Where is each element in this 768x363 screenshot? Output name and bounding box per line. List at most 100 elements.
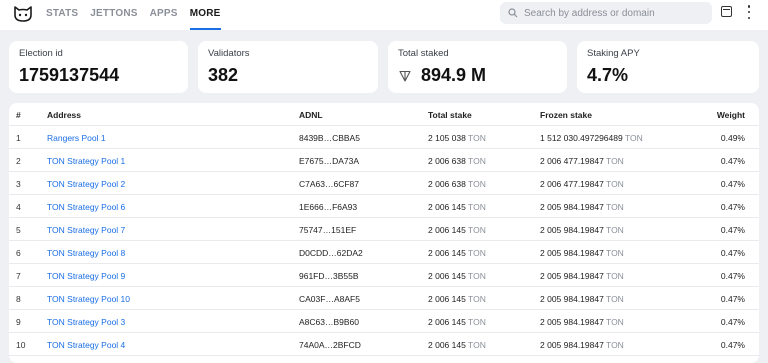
table-row: 3 TON Strategy Pool 2 C7A63…6CF87 2 006 638… bbox=[9, 172, 759, 195]
ton-unit: TON bbox=[624, 133, 643, 143]
validators-card: Validators 382 bbox=[198, 41, 378, 93]
election-id-value: 1759137544 bbox=[19, 65, 120, 85]
row-frozen-stake: 2 005 984.19847 TON bbox=[540, 264, 624, 287]
frozen-stake-value: 2 005 984.19847 bbox=[540, 248, 604, 258]
frozen-stake-value: 2 005 984.19847 bbox=[540, 294, 604, 304]
row-address-link[interactable]: TON Strategy Pool 2 bbox=[47, 172, 125, 195]
staking-apy-value: 4.7% bbox=[587, 65, 629, 85]
ton-unit: TON bbox=[468, 248, 486, 258]
header-weight[interactable]: Weight bbox=[717, 103, 745, 126]
cat-logo-icon[interactable] bbox=[13, 5, 33, 23]
ton-unit: TON bbox=[606, 202, 624, 212]
row-frozen-stake: 2 006 477.19847 TON bbox=[540, 172, 624, 195]
search-icon bbox=[508, 8, 518, 18]
row-frozen-stake: 2 005 984.19847 TON bbox=[540, 195, 624, 218]
ton-unit: TON bbox=[468, 156, 486, 166]
header-frozen-stake: Frozen stake bbox=[540, 110, 592, 120]
ton-unit: TON bbox=[468, 340, 486, 350]
total-stake-value: 2 006 638 bbox=[428, 156, 466, 166]
table-row: 6 TON Strategy Pool 8 D0CDD…62DA2 2 006 145… bbox=[9, 241, 759, 264]
row-index: 9 bbox=[16, 317, 21, 327]
row-index: 7 bbox=[16, 271, 21, 281]
row-address-link[interactable]: TON Strategy Pool 6 bbox=[47, 195, 125, 218]
row-index: 10 bbox=[16, 340, 26, 350]
total-stake-value: 2 006 145 bbox=[428, 317, 466, 327]
total-stake-value: 2 006 145 bbox=[428, 294, 466, 304]
total-stake-value: 2 105 038 bbox=[428, 133, 466, 143]
row-frozen-stake: 2 005 984.19847 TON bbox=[540, 241, 624, 264]
validators-value: 382 bbox=[208, 65, 239, 85]
frozen-stake-value: 2 005 984.19847 bbox=[540, 271, 604, 281]
total-stake-value: 2 006 145 bbox=[428, 271, 466, 281]
row-address-link[interactable]: TON Strategy Pool 4 bbox=[47, 333, 125, 356]
frozen-stake-value: 2 006 477.19847 bbox=[540, 179, 604, 189]
main-nav: STATS JETTONS APPS MORE bbox=[46, 0, 233, 30]
total-stake-value: 2 006 145 bbox=[428, 248, 466, 258]
header-index: # bbox=[16, 110, 21, 120]
row-weight: 0.47% bbox=[720, 202, 745, 212]
row-weight: 0.47% bbox=[720, 179, 745, 189]
nav-stats[interactable]: STATS bbox=[46, 0, 78, 30]
row-address-link[interactable]: TON Strategy Pool 3 bbox=[47, 310, 125, 333]
row-total-stake: 2 006 638 TON bbox=[428, 172, 486, 195]
frozen-stake-value: 2 005 984.19847 bbox=[540, 340, 604, 350]
ton-unit: TON bbox=[606, 271, 624, 281]
row-adnl: 75747…151EF bbox=[299, 225, 357, 235]
table-row: 5 TON Strategy Pool 7 75747…151EF 2 006 145… bbox=[9, 218, 759, 241]
row-index: 6 bbox=[16, 248, 21, 258]
total-staked-label: Total staked bbox=[398, 48, 449, 59]
total-staked-card: Total staked 894.9 M bbox=[388, 41, 567, 93]
ton-unit: TON bbox=[468, 271, 486, 281]
frozen-stake-value: 2 005 984.19847 bbox=[540, 202, 604, 212]
row-address-link[interactable]: TON Strategy Pool 7 bbox=[47, 218, 125, 241]
row-address-link[interactable]: TON Strategy Pool 10 bbox=[47, 287, 130, 310]
row-index: 3 bbox=[16, 179, 21, 189]
row-index: 4 bbox=[16, 202, 21, 212]
nav-apps[interactable]: APPS bbox=[150, 0, 178, 30]
row-adnl: D0CDD…62DA2 bbox=[299, 248, 363, 258]
header-total-stake: Total stake bbox=[428, 110, 472, 120]
total-stake-value: 2 006 145 bbox=[428, 340, 466, 350]
total-stake-value: 2 006 145 bbox=[428, 225, 466, 235]
ton-unit: TON bbox=[606, 248, 624, 258]
ton-diamond-icon bbox=[399, 70, 411, 82]
row-total-stake: 2 006 638 TON bbox=[428, 149, 486, 172]
kebab-menu-icon[interactable] bbox=[745, 5, 753, 19]
row-adnl: 8439B…CBBA5 bbox=[299, 133, 360, 143]
nav-jettons[interactable]: JETTONS bbox=[90, 0, 137, 30]
total-stake-value: 2 006 638 bbox=[428, 179, 466, 189]
table-row: 1 Rangers Pool 1 8439B…CBBA5 2 105 038 TON 1… bbox=[9, 126, 759, 149]
row-frozen-stake: 2 006 477.19847 TON bbox=[540, 149, 624, 172]
election-id-card: Election id 1759137544 bbox=[9, 41, 188, 93]
row-frozen-stake: 1 512 030.497296489 TON bbox=[540, 126, 643, 149]
frozen-stake-value: 2 006 477.19847 bbox=[540, 156, 604, 166]
table-row: 2 TON Strategy Pool 1 E7675…DA73A 2 006 638… bbox=[9, 149, 759, 172]
header-address: Address bbox=[47, 110, 82, 120]
row-address-link[interactable]: TON Strategy Pool 9 bbox=[47, 264, 125, 287]
table-row: 7 TON Strategy Pool 9 961FD…3B55B 2 006 145… bbox=[9, 264, 759, 287]
row-address-link[interactable]: TON Strategy Pool 1 bbox=[47, 149, 125, 172]
frozen-stake-value: 1 512 030.497296489 bbox=[540, 133, 623, 143]
table-row: 10 TON Strategy Pool 4 74A0A…2BFCD 2 006 14… bbox=[9, 333, 759, 356]
search-input[interactable] bbox=[524, 7, 704, 19]
header-adnl: ADNL bbox=[299, 110, 323, 120]
row-total-stake: 2 006 145 TON bbox=[428, 333, 486, 356]
theme-toggle-icon[interactable] bbox=[721, 6, 732, 17]
row-total-stake: 2 105 038 TON bbox=[428, 126, 486, 149]
validators-table: # Address ADNL Total stake Frozen stake … bbox=[9, 103, 759, 363]
ton-unit: TON bbox=[606, 317, 624, 327]
row-index: 5 bbox=[16, 225, 21, 235]
row-total-stake: 2 006 145 TON bbox=[428, 264, 486, 287]
row-weight: 0.47% bbox=[720, 225, 745, 235]
ton-unit: TON bbox=[606, 156, 624, 166]
row-address-link[interactable]: Rangers Pool 1 bbox=[47, 126, 106, 149]
ton-unit: TON bbox=[468, 294, 486, 304]
row-frozen-stake: 2 005 984.19847 TON bbox=[540, 218, 624, 241]
frozen-stake-value: 2 005 984.19847 bbox=[540, 225, 604, 235]
row-total-stake: 2 006 145 TON bbox=[428, 241, 486, 264]
row-address-link[interactable]: TON Strategy Pool 8 bbox=[47, 241, 125, 264]
nav-more[interactable]: MORE bbox=[189, 0, 221, 30]
row-total-stake: 2 006 145 TON bbox=[428, 287, 486, 310]
row-adnl: 74A0A…2BFCD bbox=[299, 340, 361, 350]
row-adnl: 961FD…3B55B bbox=[299, 271, 359, 281]
